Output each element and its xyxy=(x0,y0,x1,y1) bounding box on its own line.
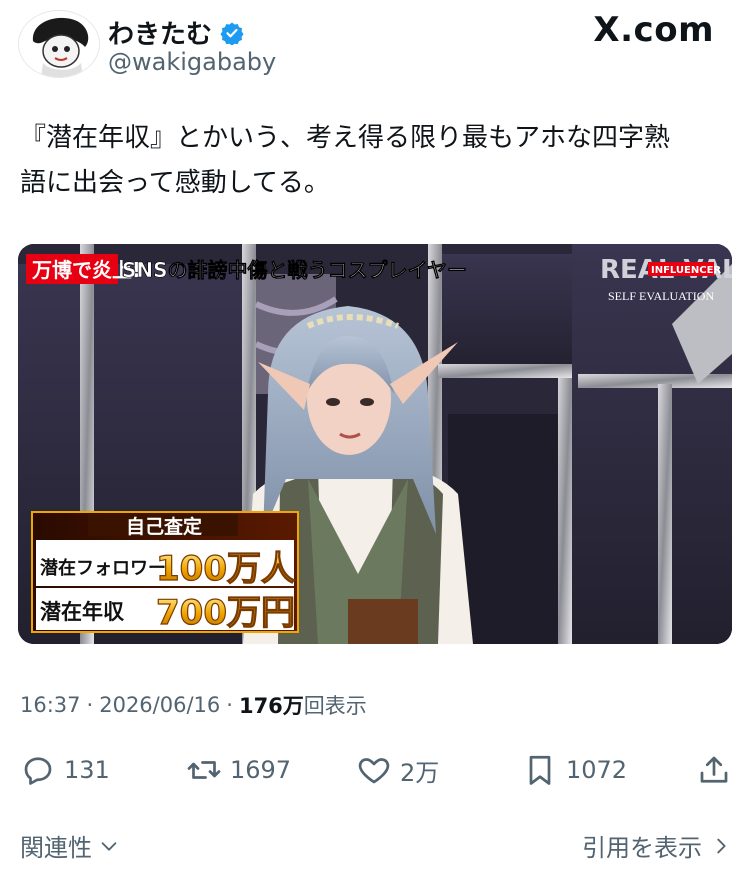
like-count: 2万 xyxy=(400,758,440,787)
verified-badge-icon xyxy=(220,22,244,45)
bookmark-icon xyxy=(529,755,551,785)
view-label: 回表示 xyxy=(303,694,367,718)
chevron-right-icon xyxy=(717,838,726,853)
tweet-media-image[interactable]: 万博で炎上! SNSの誹謗中傷と戦うコスプレイヤー REAL VALUE INF… xyxy=(18,244,732,644)
bookmark-count: 1072 xyxy=(566,756,628,784)
row2-label: 潜在年収 xyxy=(40,600,125,624)
row1-label: 潜在フォロワー xyxy=(40,557,166,579)
like-button[interactable]: 2万 xyxy=(356,748,439,792)
reply-button[interactable]: 131 xyxy=(20,748,110,792)
name-row: わきたむ xyxy=(108,14,244,51)
repost-count: 1697 xyxy=(230,756,292,784)
reply-icon xyxy=(24,757,52,785)
view-quotes-label: 引用を表示 xyxy=(582,834,702,862)
logo-sub-text: INFLUENCER xyxy=(651,265,721,276)
view-count: 176万 xyxy=(238,694,304,718)
relevance-sort-dropdown[interactable]: 関連性 xyxy=(20,828,120,863)
tweet-footer: 関連性 引用を表示 xyxy=(20,828,732,868)
heart-icon xyxy=(358,758,390,784)
user-handle[interactable]: @wakigababy xyxy=(108,48,276,76)
caption-title: 自己査定 xyxy=(126,515,202,538)
banner-white-text: SNSの誹謗中傷と戦うコスプレイヤー xyxy=(122,258,467,282)
post-date[interactable]: 2026/06/16 xyxy=(99,693,220,717)
x-com-logo: X.com xyxy=(593,10,714,50)
tweet-header: わきたむ @wakigababy X.com xyxy=(18,10,732,80)
logo-caption-text: SELF EVALUATION xyxy=(608,289,714,303)
real-value-logo: REAL VALUE INFLUENCER SELF EVALUATION xyxy=(600,255,732,303)
tweet-text: 『潜在年収』とかいう、考え得る限り最もアホな四字熟 語に出会って感動してる。 xyxy=(20,116,732,206)
repost-button[interactable]: 1697 xyxy=(186,748,291,792)
row1-value: 100万人 xyxy=(156,549,295,589)
bookmark-button[interactable]: 1072 xyxy=(522,748,627,792)
avatar[interactable] xyxy=(18,10,100,78)
self-evaluation-caption: 自己査定 潜在フォロワー 100万人 潜在年収 700万円 xyxy=(31,511,299,634)
share-icon xyxy=(700,756,728,783)
display-name[interactable]: わきたむ xyxy=(108,14,212,51)
action-bar: 131 1697 2万 1072 xyxy=(20,748,732,792)
repost-icon xyxy=(187,761,221,779)
meta-separator: · xyxy=(86,693,94,717)
row2-value: 700万円 xyxy=(156,593,295,633)
media-scene: 万博で炎上! SNSの誹謗中傷と戦うコスプレイヤー REAL VALUE INF… xyxy=(18,244,732,644)
share-button[interactable] xyxy=(696,748,732,792)
reply-count: 131 xyxy=(64,756,110,784)
chevron-down-icon xyxy=(101,841,117,851)
tweet-text-line-2: 語に出会って感動してる。 xyxy=(20,168,330,198)
post-time[interactable]: 16:37 xyxy=(20,693,81,717)
view-quotes-link[interactable]: 引用を表示 xyxy=(582,828,732,863)
meta-separator: · xyxy=(226,693,233,717)
tweet-text-line-1: 『潜在年収』とかいう、考え得る限り最もアホな四字熟 xyxy=(20,123,671,153)
video-top-banner: 万博で炎上! SNSの誹謗中傷と戦うコスプレイヤー xyxy=(26,254,467,284)
tweet-meta: 16:37 · 2026/06/16 · 176万回表示 xyxy=(20,690,367,720)
relevance-label: 関連性 xyxy=(20,834,92,862)
